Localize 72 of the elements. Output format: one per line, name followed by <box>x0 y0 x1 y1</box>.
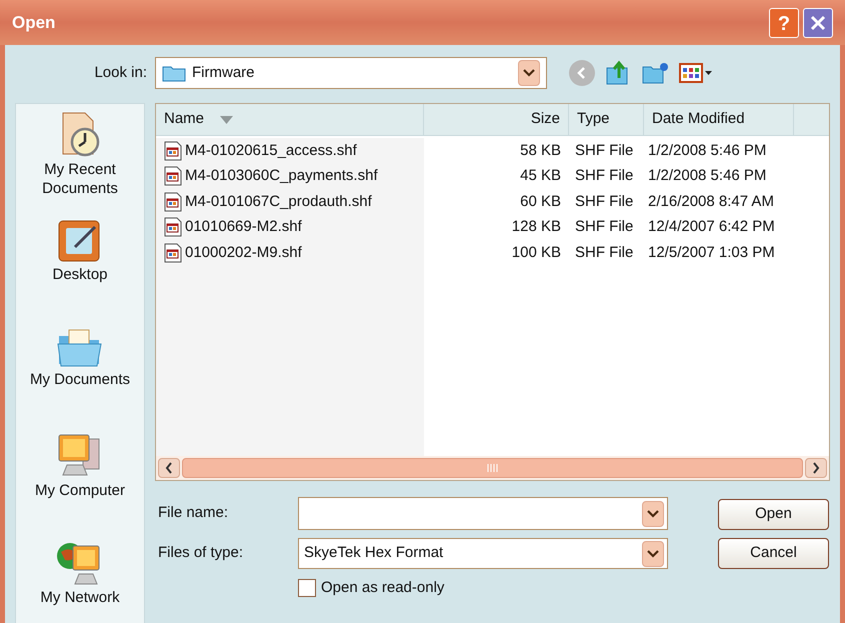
file-type-label: Files of type: <box>157 543 244 564</box>
file-name: 01000202-M9.shf <box>185 242 302 262</box>
file-size: 60 KB <box>519 192 562 212</box>
file-type: SHF File <box>574 242 634 262</box>
close-button[interactable] <box>803 8 833 38</box>
file-icon <box>164 140 182 161</box>
file-name-label: File name: <box>157 503 230 524</box>
file-name-field[interactable] <box>298 497 668 530</box>
chevron-down-icon <box>647 510 659 518</box>
file-row[interactable]: 01010669-M2.shf <box>156 214 424 240</box>
file-name: M4-0103060C_payments.shf <box>185 166 378 186</box>
file-type-value: SkyeTek Hex Format <box>304 543 444 564</box>
dropdown-button[interactable] <box>642 540 664 566</box>
file-row[interactable]: M4-0101067C_prodauth.shf <box>156 189 424 214</box>
file-date: 1/2/2008 5:46 PM <box>647 166 768 186</box>
file-date: 1/2/2008 5:46 PM <box>647 140 768 160</box>
views-menu-button[interactable] <box>679 63 712 83</box>
column-header[interactable]: Name <box>156 104 424 135</box>
window-title: Open <box>12 12 56 34</box>
look-in-value: Firmware <box>192 62 256 83</box>
places-item[interactable]: My Network <box>19 538 141 623</box>
file-date: 2/16/2008 8:47 AM <box>647 192 775 212</box>
file-row[interactable]: M4-01020615_access.shf <box>156 138 424 164</box>
file-icon <box>164 166 182 186</box>
file-icon <box>164 192 182 212</box>
file-type: SHF File <box>574 166 634 186</box>
caret-icon <box>705 71 712 75</box>
file-size: 45 KB <box>519 166 562 186</box>
folder-icon <box>162 64 186 82</box>
read-only-checkbox[interactable] <box>298 579 316 598</box>
dropdown-button[interactable] <box>518 60 540 86</box>
places-item[interactable]: My Documents <box>19 324 141 419</box>
file-name: 01010669-M2.shf <box>185 217 302 237</box>
file-icon <box>164 217 182 238</box>
file-size: 128 KB <box>510 217 562 237</box>
file-size: 100 KB <box>510 242 562 262</box>
file-row[interactable]: M4-0103060C_payments.shf <box>156 164 424 189</box>
scroll-left-button[interactable] <box>158 458 180 478</box>
file-icon <box>164 242 182 263</box>
places-item[interactable]: My Recent Documents <box>19 110 141 205</box>
column-header[interactable]: Size <box>424 104 569 135</box>
places-item[interactable]: Desktop <box>19 217 141 312</box>
dropdown-button[interactable] <box>642 500 664 526</box>
close-icon <box>810 14 826 30</box>
file-type-dropdown[interactable]: SkyeTek Hex Format <box>298 538 668 569</box>
column-header[interactable]: Type <box>569 104 644 135</box>
file-name: M4-01020615_access.shf <box>185 140 357 160</box>
chevron-left-icon <box>165 462 173 474</box>
dialog-button[interactable]: Open <box>718 499 829 530</box>
dialog-button[interactable]: Cancel <box>718 538 829 569</box>
read-only-label: Open as read-only <box>321 578 444 598</box>
chevron-right-icon <box>812 462 820 474</box>
view-grid-icon <box>679 63 703 83</box>
column-header[interactable]: Date Modified <box>644 104 794 135</box>
file-type: SHF File <box>574 192 634 212</box>
chevron-down-icon <box>523 69 535 77</box>
file-type: SHF File <box>574 217 634 237</box>
horizontal-scrollbar[interactable] <box>156 456 829 480</box>
chevron-down-icon <box>647 550 659 558</box>
scroll-right-button[interactable] <box>805 458 827 478</box>
file-type: SHF File <box>574 140 634 160</box>
scroll-thumb[interactable] <box>182 458 803 478</box>
file-date: 12/4/2007 6:42 PM <box>647 217 776 237</box>
look-in-label: Look in: <box>93 62 148 83</box>
places-item[interactable]: My Computer <box>19 431 141 526</box>
file-row[interactable]: 01000202-M9.shf <box>156 240 424 266</box>
look-in-dropdown[interactable]: Firmware <box>155 57 547 89</box>
new-folder-icon[interactable] <box>641 61 669 85</box>
file-name: M4-0101067C_prodauth.shf <box>185 192 372 212</box>
file-date: 12/5/2007 1:03 PM <box>647 242 776 262</box>
file-size: 58 KB <box>519 140 562 160</box>
grip-icon <box>486 464 498 472</box>
